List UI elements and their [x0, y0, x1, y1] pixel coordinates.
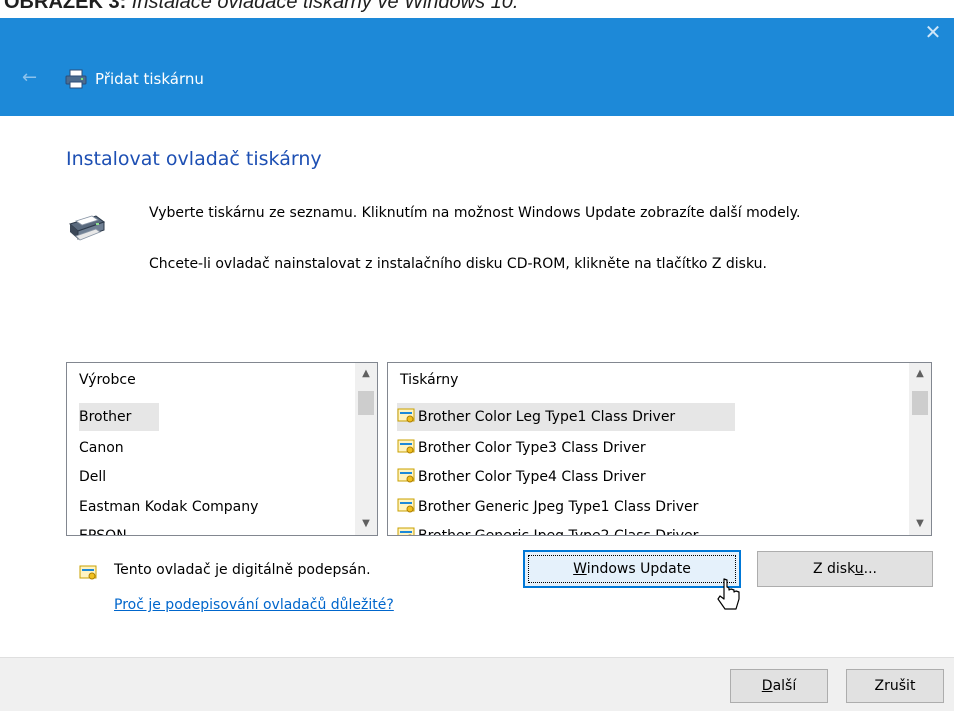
accelerator-key: u: [854, 561, 864, 577]
printer-item[interactable]: Brother Generic Jpeg Type2 Class Driver: [397, 522, 699, 536]
manufacturer-item[interactable]: Canon: [79, 434, 153, 462]
next-button[interactable]: Další: [730, 669, 828, 703]
scroll-thumb[interactable]: [912, 391, 928, 415]
back-arrow-icon[interactable]: ←: [22, 68, 37, 88]
printer-item[interactable]: Brother Color Type3 Class Driver: [397, 434, 646, 462]
scroll-up-icon[interactable]: ▲: [909, 363, 931, 385]
printer-item-label: Brother Generic Jpeg Type2 Class Driver: [418, 528, 699, 536]
manufacturer-item[interactable]: Eastman Kodak Company: [79, 493, 258, 521]
manufacturer-listbox[interactable]: Výrobce Brother Canon Dell Eastman Kodak…: [66, 362, 378, 536]
window-title: Přidat tiskárnu: [95, 70, 204, 88]
certified-driver-icon: [397, 468, 415, 483]
printer-item-label: Brother Color Leg Type1 Class Driver: [418, 409, 676, 425]
figure-caption: OBRÁZEK 3: Instalace ovladače tiskárny v…: [0, 0, 954, 18]
scroll-up-icon[interactable]: ▲: [355, 363, 377, 385]
page-heading: Instalovat ovladač tiskárny: [66, 148, 322, 170]
printer-item-label: Brother Color Type4 Class Driver: [418, 469, 646, 485]
manufacturer-item[interactable]: Dell: [79, 463, 153, 491]
vertical-scrollbar[interactable]: ▲ ▼: [909, 363, 931, 535]
caption-text: Instalace ovladače tiskárny ve Windows 1…: [131, 0, 519, 13]
certified-driver-icon: [397, 498, 415, 513]
focus-rectangle: [528, 555, 736, 583]
scroll-thumb[interactable]: [358, 391, 374, 415]
printer-item[interactable]: Brother Color Type4 Class Driver: [397, 463, 646, 491]
windows-update-button[interactable]: Windows Update: [523, 550, 741, 588]
printer-item-label: Brother Color Type3 Class Driver: [418, 440, 646, 456]
instruction-text: Chcete-li ovladač nainstalovat z instala…: [149, 256, 767, 272]
cancel-button[interactable]: Zrušit: [846, 669, 944, 703]
printer-item[interactable]: Brother Generic Jpeg Type1 Class Driver: [397, 493, 698, 521]
driver-signing-help-link[interactable]: Proč je podepisování ovladačů důležité?: [114, 597, 394, 613]
scroll-down-icon[interactable]: ▼: [355, 513, 377, 535]
instruction-text: Vyberte tiskárnu ze seznamu. Kliknutím n…: [149, 205, 801, 221]
vertical-scrollbar[interactable]: ▲ ▼: [355, 363, 377, 535]
certified-driver-icon: [397, 408, 415, 423]
printer-icon: [68, 215, 106, 241]
button-label: Z disk: [812, 561, 855, 577]
mouse-pointer-icon: [717, 578, 740, 610]
title-bar: ✕ ← Přidat tiskárnu: [0, 18, 954, 116]
certified-driver-icon: [397, 439, 415, 454]
caption-prefix: OBRÁZEK 3:: [4, 0, 127, 13]
have-disk-button[interactable]: Z disku...: [757, 551, 933, 587]
accelerator-key: D: [761, 678, 773, 694]
certified-driver-icon: [79, 565, 97, 580]
printer-listbox[interactable]: Tiskárny Brother Color Leg Type1 Class D…: [387, 362, 932, 536]
printer-header: Tiskárny: [400, 372, 459, 388]
button-label: ...: [863, 561, 878, 577]
printer-item-label: Brother Generic Jpeg Type1 Class Driver: [418, 499, 699, 515]
manufacturer-header: Výrobce: [79, 372, 136, 388]
manufacturer-item[interactable]: EPSON: [79, 522, 153, 535]
printer-item[interactable]: Brother Color Leg Type1 Class Driver: [397, 403, 735, 431]
manufacturer-item[interactable]: Brother: [79, 403, 159, 431]
signature-status: Tento ovladač je digitálně podepsán.: [114, 562, 371, 578]
close-icon[interactable]: ✕: [918, 18, 948, 48]
scroll-down-icon[interactable]: ▼: [909, 513, 931, 535]
button-label: alší: [772, 678, 797, 694]
certified-driver-icon: [397, 527, 415, 535]
printer-icon: [65, 69, 87, 89]
